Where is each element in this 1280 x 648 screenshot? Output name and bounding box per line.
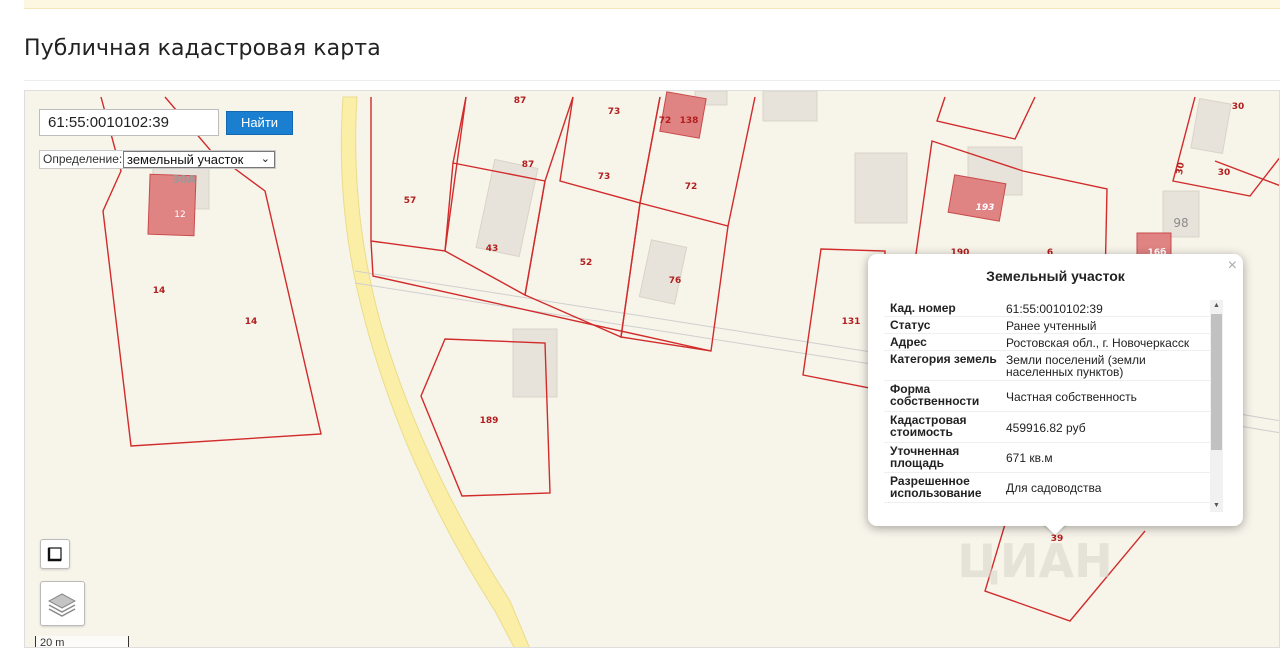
parcel-label: 73 — [608, 107, 621, 117]
parcel-label: 76 — [669, 276, 682, 286]
chevron-down-icon: ⌄ — [260, 153, 270, 165]
attribute-row: Категория земель Земли поселений (земли н… — [884, 351, 1210, 381]
cadastral-number-input[interactable] — [39, 109, 219, 136]
attribute-row: Адрес Ростовская обл., г. Новочеркасск — [884, 334, 1210, 351]
parcel-label: 30 — [1218, 168, 1231, 178]
attribute-row: Кад. номер 61:55:0010102:39 — [884, 300, 1210, 317]
attribute-key: Уточненная площадь — [890, 444, 960, 470]
attribute-row: Уточненная площадь 671 кв.м — [884, 443, 1210, 473]
parcel-label: 189 — [480, 416, 499, 426]
layers-button[interactable] — [40, 581, 85, 626]
popup-pointer — [1043, 523, 1067, 535]
attribute-key: Адрес — [890, 335, 927, 349]
attribute-key: Категория земель — [890, 352, 997, 366]
parcel-label: 14 — [153, 286, 166, 296]
layers-icon — [47, 593, 77, 617]
parcel-label: 72 — [685, 182, 698, 192]
parcel-label: 138 — [680, 116, 699, 126]
page-title: Публичная кадастровая карта — [24, 36, 381, 61]
attribute-value: Ростовская обл., г. Новочеркасск — [1006, 335, 1190, 350]
attribute-key: Разрешенное использование — [890, 474, 982, 500]
parcel-label: 52 — [580, 258, 593, 268]
attribute-value: 459916.82 руб — [1006, 420, 1086, 435]
parcel-label: 73 — [598, 172, 611, 182]
scale-bar: 20 m — [35, 636, 129, 647]
attribute-row: Разрешенное использование Для садоводства — [884, 473, 1210, 503]
watermark: ЦИАН — [957, 534, 1112, 588]
parcel-label: 72 — [659, 116, 672, 126]
parcel-label: 193 — [976, 203, 995, 213]
attribute-key: Статус — [890, 318, 931, 332]
attribute-value: 671 кв.м — [1006, 451, 1053, 465]
parcel-label: 87 — [522, 160, 535, 170]
parcel-label: 131 — [842, 317, 861, 327]
attribute-value: Ранее учтенный — [1006, 318, 1097, 333]
ruler-icon — [47, 547, 62, 562]
popup-title: Земельный участок — [986, 268, 1125, 284]
search-button[interactable]: Найти — [226, 111, 293, 135]
divider — [24, 80, 1280, 81]
popup-attributes: Кад. номер 61:55:0010102:39 Статус Ранее у… — [884, 300, 1210, 503]
attribute-value: Для садоводства — [1006, 481, 1102, 495]
attribute-row: Кадастровая стоимость 459916.82 руб — [884, 412, 1210, 443]
attribute-value: 61:55:0010102:39 — [1006, 301, 1103, 316]
scroll-thumb[interactable] — [1211, 314, 1222, 450]
scroll-down-icon[interactable]: ▼ — [1210, 500, 1223, 512]
parcel-label: 30А — [172, 173, 196, 186]
attribute-row: Статус Ранее учтенный — [884, 317, 1210, 334]
parcel-label: 98 — [1173, 216, 1188, 230]
scroll-up-icon[interactable]: ▲ — [1210, 300, 1223, 312]
attribute-row: Форма собственности Частная собственность — [884, 381, 1210, 412]
definition-selected: земельный участок — [127, 152, 244, 167]
attribute-key: Кад. номер — [890, 301, 956, 315]
definition-label: Определение: — [43, 152, 123, 166]
info-banner — [24, 0, 1280, 9]
cadastral-map[interactable]: 87 73 72 138 87 73 72 57 43 52 76 12 30А… — [24, 90, 1280, 648]
popup-scrollbar[interactable]: ▲ ▼ — [1210, 300, 1223, 512]
definition-select[interactable]: земельный участок ⌄ — [123, 151, 275, 168]
parcel-label: 30 — [1232, 102, 1245, 112]
parcel-label: 87 — [514, 96, 527, 106]
parcel-info-popup: × Земельный участок Кад. номер 61:55:0010… — [868, 254, 1243, 526]
attribute-key: Кадастровая стоимость — [890, 413, 967, 439]
parcel-label: 14 — [245, 317, 258, 327]
definition-control: Определение: земельный участок ⌄ — [39, 150, 276, 169]
ruler-button[interactable] — [40, 539, 70, 569]
attribute-value: Земли поселений (земли населенных пункто… — [1006, 353, 1146, 379]
parcel-label: 43 — [486, 244, 499, 254]
parcel-label: 12 — [174, 210, 185, 220]
attribute-key: Форма собственности — [890, 382, 980, 408]
parcel-label: 30 — [1175, 162, 1187, 176]
attribute-value: Частная собственность — [1006, 389, 1137, 404]
parcel-label: 57 — [404, 196, 417, 206]
